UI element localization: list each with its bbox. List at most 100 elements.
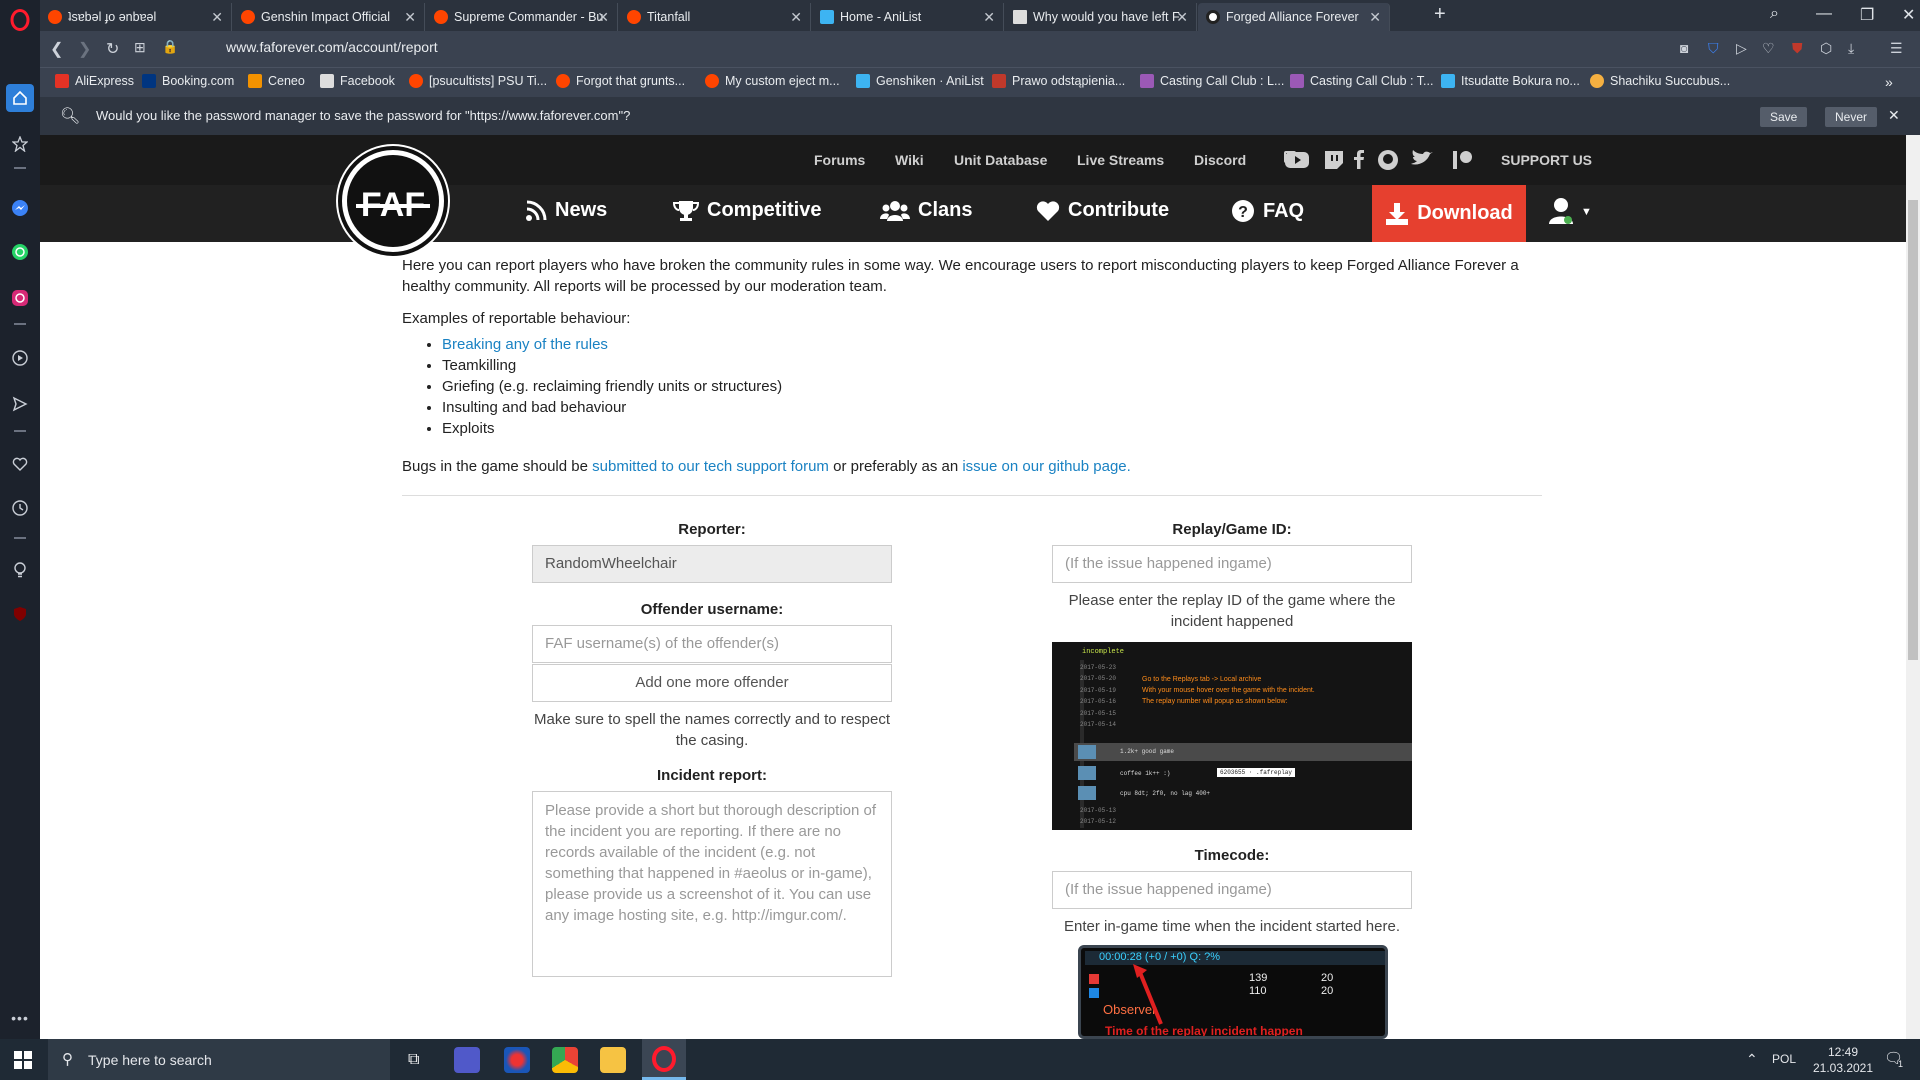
task-view-icon[interactable]: ⧉: [408, 1051, 419, 1069]
nav-contribute[interactable]: Contribute: [1036, 199, 1169, 222]
send-icon[interactable]: ▷: [1736, 40, 1747, 57]
more-icon[interactable]: •••: [6, 1004, 34, 1032]
ublock-icon[interactable]: [6, 600, 34, 628]
replay-input[interactable]: (If the issue happened ingame): [1052, 545, 1412, 583]
camera-icon[interactable]: ◙: [1680, 40, 1688, 56]
tab[interactable]: Titanfall ✕: [619, 3, 811, 31]
opera-logo-icon[interactable]: [6, 6, 34, 34]
scrollbar-thumb[interactable]: [1908, 200, 1918, 660]
tabs-grid-icon[interactable]: ⊞: [134, 39, 146, 56]
close-icon[interactable]: ✕: [1369, 9, 1381, 26]
bookmark[interactable]: Genshiken · AniList: [856, 74, 984, 88]
back-icon[interactable]: ❮: [50, 39, 63, 59]
reload-icon[interactable]: ↻: [106, 39, 119, 59]
tab[interactable]: Genshin Impact Official ✕: [233, 3, 425, 31]
date: 21.03.2021: [1812, 1061, 1874, 1075]
download-button[interactable]: Download: [1372, 185, 1526, 242]
tab[interactable]: Why would you have left F ✕: [1005, 3, 1197, 31]
account-menu[interactable]: ▼: [1547, 196, 1592, 228]
tab[interactable]: Home - AniList ✕: [812, 3, 1004, 31]
never-button[interactable]: Never: [1825, 107, 1878, 127]
bookmark[interactable]: Itsudatte Bokura no...: [1441, 74, 1580, 88]
bookmark[interactable]: Casting Call Club : T...: [1290, 74, 1433, 88]
save-button[interactable]: Save: [1760, 107, 1808, 127]
nav-faq[interactable]: ? FAQ: [1231, 199, 1304, 223]
url-field[interactable]: www.faforever.com/account/report: [226, 39, 438, 55]
nav-support-us[interactable]: SUPPORT US: [1501, 152, 1592, 168]
list-item[interactable]: Breaking any of the rules: [442, 334, 782, 355]
close-icon[interactable]: ✕: [211, 9, 223, 26]
easy-setup-icon[interactable]: ☰: [1890, 40, 1903, 57]
nav-clans[interactable]: Clans: [880, 199, 972, 222]
windows-start-icon[interactable]: [14, 1051, 32, 1073]
tab[interactable]: ʇsɐbǝl ɟo ǝnbɐǝl ✕: [40, 3, 232, 31]
taskbar-opera-active[interactable]: [642, 1039, 686, 1080]
clock[interactable]: 12:49 21.03.2021: [1808, 1044, 1878, 1076]
faf-logo[interactable]: FAF: [338, 146, 448, 256]
close-icon[interactable]: ✕: [1888, 107, 1900, 124]
github-issue-link[interactable]: issue on our github page.: [962, 458, 1130, 475]
chrome-icon[interactable]: [552, 1047, 578, 1073]
tab-active[interactable]: Forged Alliance Forever ✕: [1198, 3, 1390, 31]
bookmark[interactable]: Shachiku Succubus...: [1590, 74, 1730, 88]
timecode-input[interactable]: (If the issue happened ingame): [1052, 871, 1412, 909]
close-icon[interactable]: ✕: [1176, 9, 1188, 26]
bookmark[interactable]: Facebook: [320, 74, 395, 88]
rules-link[interactable]: Breaking any of the rules: [442, 336, 608, 353]
cube-icon[interactable]: ⬡: [1820, 40, 1832, 57]
bookmark[interactable]: My custom eject m...: [705, 74, 840, 88]
bookmarks-icon[interactable]: [6, 130, 34, 158]
bookmark[interactable]: AliExpress: [55, 74, 134, 88]
send-icon[interactable]: [6, 390, 34, 418]
file-explorer-icon[interactable]: [600, 1047, 626, 1073]
bookmark[interactable]: Booking.com: [142, 74, 234, 88]
nav-live-streams[interactable]: Live Streams: [1077, 152, 1164, 168]
bookmark[interactable]: Casting Call Club : L...: [1140, 74, 1284, 88]
tab[interactable]: Supreme Commander - Bu ✕: [426, 3, 618, 31]
player-icon[interactable]: [6, 344, 34, 372]
instagram-icon[interactable]: [6, 284, 34, 312]
language-indicator[interactable]: POL: [1772, 1052, 1796, 1066]
report-page: Here you can report players who have bro…: [402, 242, 1542, 1039]
history-icon[interactable]: [6, 494, 34, 522]
site-main-nav: News Competitive Clans Contribute ? FAQ D…: [40, 185, 1906, 242]
heart-icon[interactable]: [6, 450, 34, 478]
nav-discord[interactable]: Discord: [1194, 152, 1246, 168]
bookmark[interactable]: Forgot that grunts...: [556, 74, 685, 88]
nav-news[interactable]: News: [525, 199, 607, 222]
whatsapp-icon[interactable]: [6, 238, 34, 266]
heart-icon[interactable]: ♡: [1762, 40, 1775, 57]
bookmark[interactable]: Prawo odstąpienia...: [992, 74, 1125, 88]
speed-dial-icon[interactable]: [6, 84, 34, 112]
add-offender-button[interactable]: Add one more offender: [532, 664, 892, 702]
close-icon[interactable]: ✕: [983, 9, 995, 26]
nav-wiki[interactable]: Wiki: [895, 152, 924, 168]
restore-button[interactable]: ❐: [1860, 5, 1874, 25]
tech-support-link[interactable]: submitted to our tech support forum: [592, 458, 829, 475]
bookmark[interactable]: [psucultists] PSU Ti...: [409, 74, 547, 88]
chevron-up-icon[interactable]: ⌃: [1746, 1051, 1758, 1068]
app-icon[interactable]: [504, 1047, 530, 1073]
taskbar-search[interactable]: ⚲ Type here to search: [48, 1039, 390, 1080]
close-window-button[interactable]: ✕: [1902, 5, 1915, 25]
offender-input[interactable]: FAF username(s) of the offender(s): [532, 625, 892, 663]
bookmark[interactable]: Ceneo: [248, 74, 305, 88]
close-icon[interactable]: ✕: [597, 9, 609, 26]
download-icon[interactable]: ⤓: [1848, 40, 1854, 57]
shield-icon[interactable]: ⛉: [1708, 40, 1719, 57]
minimize-button[interactable]: —: [1816, 5, 1832, 23]
forward-icon[interactable]: ❯: [78, 39, 91, 59]
teams-icon[interactable]: [454, 1047, 480, 1073]
nav-unit-database[interactable]: Unit Database: [954, 152, 1047, 168]
nav-forums[interactable]: Forums: [814, 152, 865, 168]
incident-textarea[interactable]: Please provide a short but thorough desc…: [532, 791, 892, 977]
lightbulb-icon[interactable]: [6, 556, 34, 584]
search-tabs-icon[interactable]: ⌕: [1770, 5, 1779, 23]
ublock-icon[interactable]: ⛊: [1792, 40, 1803, 57]
close-icon[interactable]: ✕: [404, 9, 416, 26]
new-tab-button[interactable]: +: [1434, 3, 1446, 26]
more-bookmarks-icon[interactable]: »: [1885, 74, 1893, 90]
messenger-icon[interactable]: [6, 194, 34, 222]
close-icon[interactable]: ✕: [790, 9, 802, 26]
nav-competitive[interactable]: Competitive: [673, 199, 821, 222]
